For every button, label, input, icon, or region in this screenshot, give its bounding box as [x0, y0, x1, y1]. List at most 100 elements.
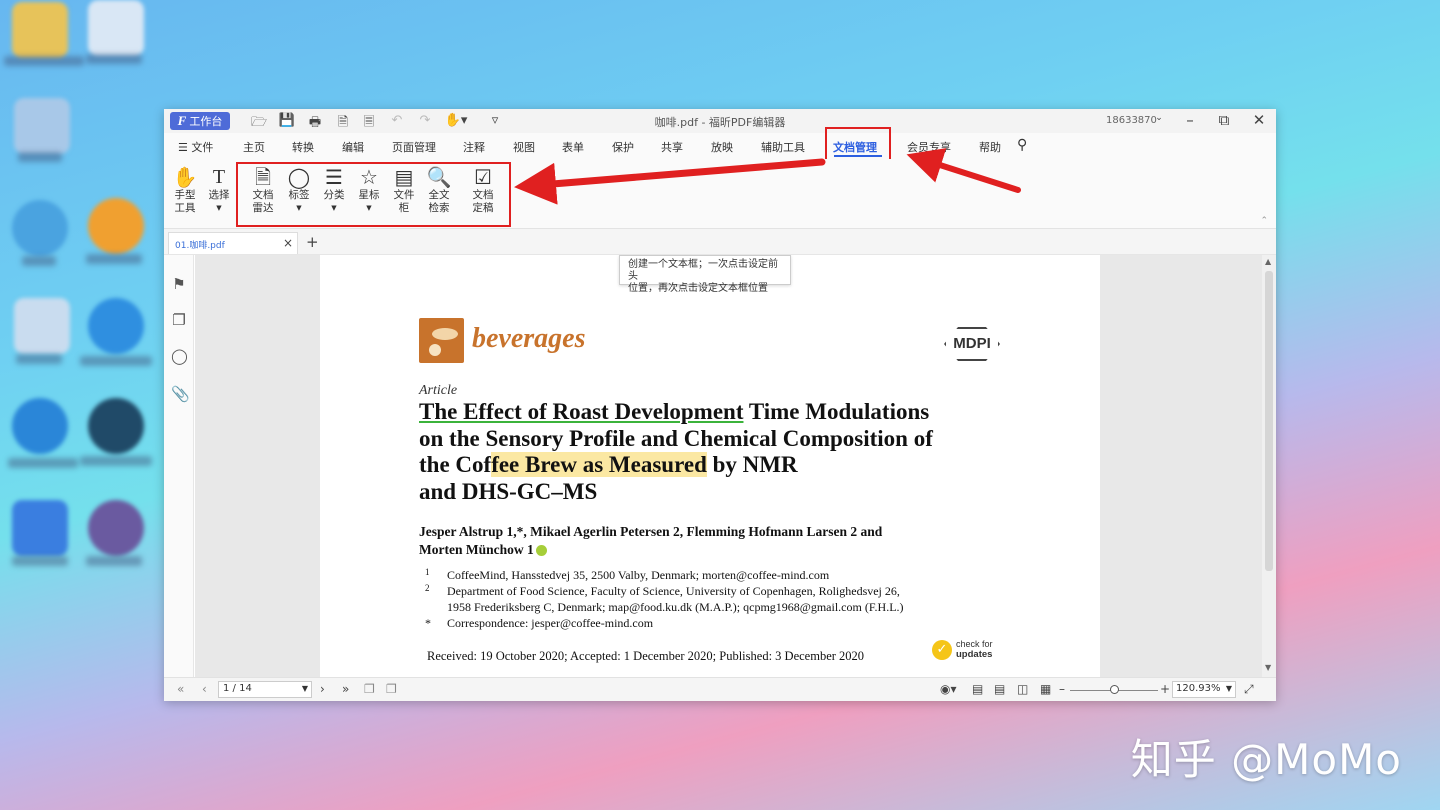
close-icon[interactable]: ✕ [1249, 111, 1269, 129]
desktop-icon[interactable] [88, 0, 144, 56]
page-number-field[interactable]: 1 / 14 ▼ [218, 681, 312, 698]
minimize-icon[interactable]: – [1180, 111, 1200, 129]
menu-view[interactable]: 视图 [513, 139, 535, 155]
new-tab-icon[interactable]: + [306, 233, 319, 251]
document-tab-bar: 01.咖啡.pdf × + [164, 229, 1276, 255]
title-text: and DHS-GC–MS [419, 478, 598, 504]
desktop-icon[interactable] [12, 500, 68, 556]
desktop-icon[interactable] [88, 298, 144, 354]
read-mode-icon[interactable]: ◉▾ [940, 682, 957, 696]
tooltip: 创建一个文本框；一次点击设定前头 位置，再次点击设定文本框位置 [619, 255, 791, 294]
zoom-out-icon[interactable]: – [1059, 682, 1065, 696]
menu-file[interactable]: ☰ 文件 [178, 139, 213, 155]
user-dropdown-icon[interactable]: ⌄ [1149, 113, 1169, 123]
desktop-label [22, 256, 56, 266]
article-type: Article [419, 383, 458, 398]
title-text: the Cof [419, 452, 492, 477]
affiliation-text: Department of Food Science, Faculty of S… [447, 584, 900, 598]
first-page-icon[interactable]: « [177, 682, 184, 696]
desktop-label [12, 556, 68, 566]
checkmark-icon: ✓ [932, 639, 952, 660]
desktop-icon[interactable] [14, 298, 70, 354]
authors: Jesper Alstrup 1,*, Mikael Agerlin Peter… [419, 523, 979, 559]
left-navigation-panel: ⚑ ❐ ◯ 📎 [164, 255, 194, 677]
document-viewport[interactable]: 创建一个文本框；一次点击设定前头 位置，再次点击设定文本框位置 beverage… [195, 255, 1262, 677]
menu-page-management[interactable]: 页面管理 [392, 139, 436, 155]
desktop-label [80, 356, 152, 366]
publisher-logo: MDPI [944, 327, 1000, 361]
desktop-icon[interactable] [88, 500, 144, 556]
check-line2: updates [956, 649, 993, 660]
next-page-icon[interactable]: › [320, 682, 325, 696]
restore-icon[interactable]: ⧉ [1214, 111, 1234, 129]
scrollbar-thumb[interactable] [1265, 271, 1273, 571]
page-number-value: 1 / 14 [223, 683, 252, 694]
title-bar: F 工作台 🗁 💾 🖶 🗎 🗏 ↶ ↷ ✋▾ ▿ 咖啡.pdf - 福昕PDF编… [164, 109, 1276, 133]
hand-tool-button[interactable]: ✋ 手型 工具 [168, 165, 202, 215]
close-tab-icon[interactable]: × [283, 236, 293, 250]
hand-tool-label: 手型 工具 [174, 189, 196, 214]
menu-protect[interactable]: 保护 [612, 139, 634, 155]
desktop-icon[interactable] [12, 2, 68, 58]
affiliation-number: * [425, 616, 431, 630]
select-button[interactable]: T 选择 ▼ [202, 165, 236, 215]
collapse-ribbon-icon[interactable]: ⌃ [1260, 216, 1268, 226]
facing-continuous-icon[interactable]: ▦ [1040, 682, 1051, 696]
scroll-up-icon[interactable]: ▲ [1265, 257, 1271, 266]
fullscreen-icon[interactable]: ⤢ [1244, 682, 1254, 697]
menu-form[interactable]: 表单 [562, 139, 584, 155]
desktop-label [4, 56, 84, 66]
menu-assist-tools[interactable]: 辅助工具 [761, 139, 805, 155]
title-highlighted-text: fee Brew as Measured [491, 452, 707, 477]
scroll-down-icon[interactable]: ▼ [1265, 663, 1271, 672]
next-view-icon[interactable]: ❐ [386, 682, 397, 696]
desktop-icon[interactable] [12, 398, 68, 454]
desktop-icon[interactable] [14, 98, 70, 154]
menu-home[interactable]: 主页 [243, 139, 265, 155]
pdf-page[interactable]: 创建一个文本框；一次点击设定前头 位置，再次点击设定文本框位置 beverage… [320, 255, 1100, 677]
desktop-icon[interactable] [88, 398, 144, 454]
ribbon-highlight-box [236, 162, 511, 227]
authors-line1: Jesper Alstrup 1,*, Mikael Agerlin Peter… [419, 524, 883, 539]
last-page-icon[interactable]: » [342, 682, 349, 696]
search-icon[interactable]: ⚲ [1017, 137, 1027, 153]
menu-convert[interactable]: 转换 [292, 139, 314, 155]
menu-bar: ☰ 文件 主页 转换 编辑 页面管理 注释 视图 表单 保护 共享 放映 辅助工… [164, 133, 1276, 159]
bookmark-icon[interactable]: ⚑ [171, 275, 187, 293]
desktop-label [86, 556, 142, 566]
menu-help[interactable]: 帮助 [979, 139, 1001, 155]
continuous-page-icon[interactable]: ▤ [994, 682, 1005, 696]
comments-icon[interactable]: ◯ [171, 347, 188, 365]
vertical-scrollbar[interactable]: ▲ ▼ [1262, 255, 1276, 677]
single-page-icon[interactable]: ▤ [972, 682, 983, 696]
desktop-icon[interactable] [88, 198, 144, 254]
check-for-updates-badge[interactable]: ✓ check for updates [932, 639, 993, 660]
zoom-level-field[interactable]: 120.93% ▼ [1172, 681, 1236, 698]
desktop-icon[interactable] [12, 200, 68, 256]
check-line1: check for [956, 639, 993, 649]
orcid-icon [535, 545, 547, 557]
menu-slideshow[interactable]: 放映 [711, 139, 733, 155]
menu-annotate[interactable]: 注释 [463, 139, 485, 155]
document-tab[interactable]: 01.咖啡.pdf × [168, 232, 298, 254]
menu-highlight-box [825, 127, 891, 163]
desktop-label [8, 458, 78, 468]
dropdown-caret-icon: ▼ [301, 684, 308, 693]
text-cursor-icon: T [212, 166, 226, 188]
hand-icon: ✋ [172, 165, 198, 189]
zoom-in-icon[interactable]: + [1160, 682, 1170, 696]
menu-edit[interactable]: 编辑 [342, 139, 364, 155]
desktop-label [18, 152, 62, 162]
cup-icon [429, 328, 458, 356]
menu-share[interactable]: 共享 [661, 139, 683, 155]
menu-member[interactable]: 会员专享 [907, 139, 951, 155]
menu-file-label: 文件 [191, 141, 214, 154]
attachment-icon[interactable]: 📎 [171, 385, 190, 403]
facing-page-icon[interactable]: ◫ [1017, 682, 1028, 696]
prev-view-icon[interactable]: ❐ [364, 682, 375, 696]
prev-page-icon[interactable]: ‹ [202, 682, 207, 696]
zoom-slider-knob[interactable] [1110, 685, 1119, 694]
journal-logo-icon [419, 318, 464, 363]
pdf-editor-window: F 工作台 🗁 💾 🖶 🗎 🗏 ↶ ↷ ✋▾ ▿ 咖啡.pdf - 福昕PDF编… [164, 109, 1276, 701]
pages-icon[interactable]: ❐ [171, 311, 187, 329]
